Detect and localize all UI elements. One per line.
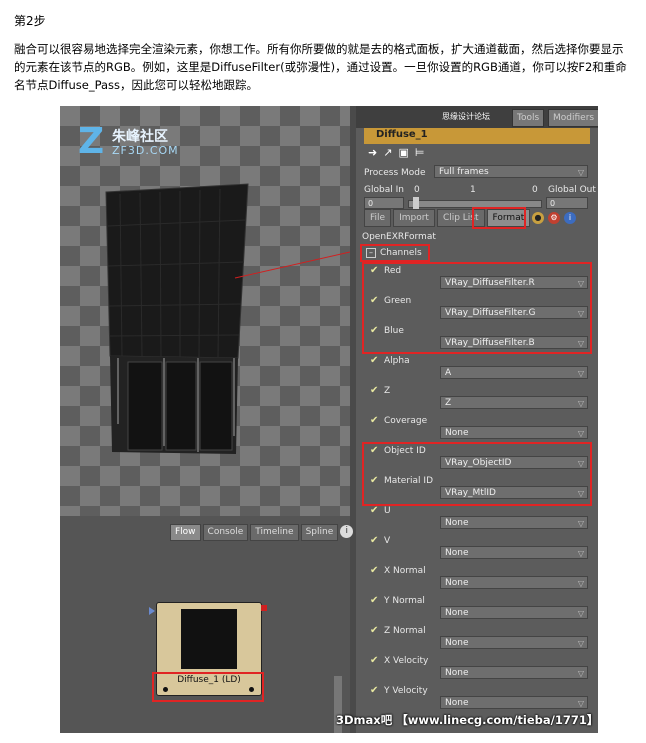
rgb-channels-highlight (362, 262, 592, 354)
check-icon[interactable]: ✔ (370, 685, 378, 696)
channel-dropdown[interactable]: None (440, 666, 588, 680)
pin-icon[interactable]: ⊨ (415, 146, 425, 159)
channel-name: Alpha (384, 356, 410, 366)
channel-dropdown[interactable]: None (440, 516, 588, 530)
channel-row: ✔ U None (356, 502, 598, 532)
channel-row: ✔ Alpha A (356, 352, 598, 382)
channel-dropdown[interactable]: None (440, 576, 588, 590)
viewer-panel[interactable]: Z 朱峰社区 ZF3D.COM (60, 106, 350, 516)
channel-name: Coverage (384, 416, 428, 426)
channel-dropdown[interactable]: None (440, 606, 588, 620)
forum-watermark: 3Dmax吧 【www.linecg.com/tieba/1771】 (336, 713, 598, 727)
tab-modifiers[interactable]: Modifiers (548, 109, 598, 127)
node-input-icon[interactable] (149, 607, 155, 615)
channel-dropdown[interactable]: None (440, 636, 588, 650)
channel-dropdown[interactable]: Z (440, 396, 588, 410)
tool-title-bar[interactable]: Diffuse_1 (364, 128, 590, 144)
channel-name: V (384, 536, 391, 546)
channel-name: U (384, 506, 391, 516)
inspector-header: 思缘设计论坛 Tools Modifiers (356, 106, 598, 128)
tab-timeline[interactable]: Timeline (250, 524, 299, 541)
gear-icon[interactable]: ⚙ (548, 212, 560, 224)
process-mode-label: Process Mode (364, 168, 426, 178)
channel-row: ✔ X Velocity None (356, 652, 598, 682)
channel-name: X Normal (384, 566, 426, 576)
loader-icon-group: ● ⚙ i (532, 212, 576, 224)
check-icon[interactable]: ✔ (370, 415, 378, 426)
channel-name: Z (384, 386, 391, 396)
info-icon[interactable]: i (564, 212, 576, 224)
tab-spline[interactable]: Spline (300, 524, 339, 541)
color-wheel-icon[interactable]: ● (532, 212, 544, 224)
range-mid: 1 (470, 185, 476, 195)
info-icon[interactable]: i (340, 525, 354, 538)
site-watermark-text: 思缘设计论坛 (442, 112, 490, 121)
global-in-field[interactable]: 0 (364, 197, 404, 209)
process-mode-dropdown[interactable]: Full frames (434, 165, 588, 179)
channel-dropdown[interactable]: None (440, 426, 588, 440)
check-icon[interactable]: ✔ (370, 565, 378, 576)
channel-name: Z Normal (384, 626, 426, 636)
check-icon[interactable]: ✔ (370, 595, 378, 606)
node-output-icon[interactable] (261, 605, 267, 611)
link-icon[interactable]: ↗ (383, 146, 392, 159)
check-icon[interactable]: ✔ (370, 655, 378, 666)
inspector-panel: 思缘设计论坛 Tools Modifiers Diffuse_1 ➜ ↗ ▣ ⊨… (356, 106, 598, 733)
global-in-label: Global In (364, 185, 404, 195)
tool-toolbar: ➜ ↗ ▣ ⊨ (364, 144, 594, 160)
channel-name: Y Velocity (384, 686, 428, 696)
save-icon[interactable]: ▣ (398, 146, 408, 159)
channel-dropdown[interactable]: A (440, 366, 588, 380)
global-out-label: Global Out (548, 185, 596, 195)
tab-file[interactable]: File (364, 209, 392, 227)
tab-import[interactable]: Import (393, 209, 435, 227)
arrow-icon[interactable]: ➜ (368, 146, 377, 159)
format-name: OpenEXRFormat (362, 232, 436, 242)
check-icon[interactable]: ✔ (370, 385, 378, 396)
node-label-highlight (152, 672, 264, 702)
fusion-screenshot: Z 朱峰社区 ZF3D.COM Flow Console Timeline Sp… (60, 106, 598, 733)
id-channels-highlight (362, 442, 592, 506)
tab-tools[interactable]: Tools (512, 109, 545, 127)
rendered-building (105, 183, 350, 454)
article-paragraph: 融合可以很容易地选择完全渲染元素，你想工作。所有你所要做的就是去的格式面板，扩大… (14, 42, 627, 92)
check-icon[interactable]: ✔ (370, 625, 378, 636)
channel-dropdown[interactable]: None (440, 696, 588, 710)
check-icon[interactable]: ✔ (370, 355, 378, 366)
channel-row: ✔ X Normal None (356, 562, 598, 592)
channel-name: X Velocity (384, 656, 429, 666)
format-tab-highlight (472, 207, 526, 229)
channel-row: ✔ Z Z (356, 382, 598, 412)
channel-row: ✔ Y Normal None (356, 592, 598, 622)
range-start: 0 (414, 185, 420, 195)
tab-console[interactable]: Console (202, 524, 249, 541)
node-thumbnail (181, 609, 237, 669)
channel-row: ✔ V None (356, 532, 598, 562)
flow-tabs: Flow Console Timeline Spline i (170, 524, 354, 541)
channel-dropdown[interactable]: None (440, 546, 588, 560)
tool-title: Diffuse_1 (376, 129, 428, 140)
channel-row: ✔ Z Normal None (356, 622, 598, 652)
channels-highlight (360, 244, 430, 262)
global-out-field[interactable]: 0 (546, 197, 588, 209)
flow-panel[interactable]: Flow Console Timeline Spline i Diffuse_1… (60, 516, 354, 733)
channel-name: Y Normal (384, 596, 425, 606)
step-heading: 第2步 (14, 14, 46, 28)
check-icon[interactable]: ✔ (370, 535, 378, 546)
range-slider-knob[interactable] (413, 197, 419, 209)
range-end: 0 (532, 185, 538, 195)
check-icon[interactable]: ✔ (370, 505, 378, 516)
tab-flow[interactable]: Flow (170, 524, 201, 541)
channel-row: ✔ Y Velocity None (356, 682, 598, 712)
channel-row: ✔ Coverage None (356, 412, 598, 442)
